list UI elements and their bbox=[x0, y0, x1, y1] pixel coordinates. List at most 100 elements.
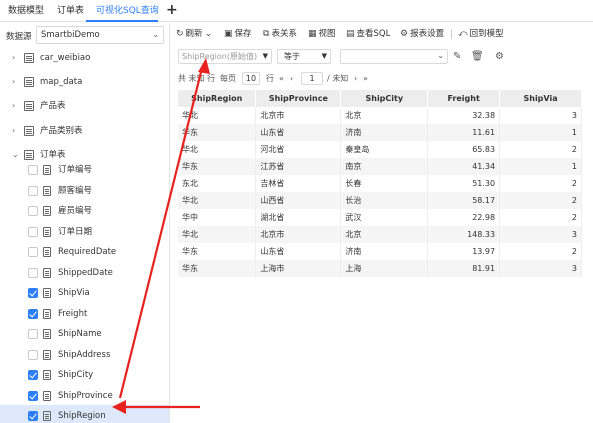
tree-field-item[interactable]: Freight bbox=[0, 303, 169, 325]
prev-page-icon[interactable]: ‹ bbox=[290, 71, 293, 87]
tab-visual-sql[interactable]: 可视化SQL查询 bbox=[96, 0, 159, 22]
back-to-model-button[interactable]: ⤺ 回到模型 bbox=[458, 27, 504, 41]
tab-bar: 数据模型 订单表 可视化SQL查询 + bbox=[0, 0, 593, 22]
table-cell: 河北省 bbox=[255, 141, 342, 158]
table-row[interactable]: 华东 山东省 济南 11.61 1 bbox=[178, 124, 582, 141]
tree-field-item[interactable]: RequiredDate bbox=[0, 241, 169, 263]
field-checkbox[interactable] bbox=[28, 411, 38, 421]
tab-data-model[interactable]: 数据模型 bbox=[8, 0, 44, 22]
field-icon bbox=[43, 329, 51, 339]
table-row[interactable]: 华东 上海市 上海 81.91 3 bbox=[178, 260, 582, 277]
tree-field-item[interactable]: 雇员编号 bbox=[0, 200, 169, 222]
field-checkbox[interactable] bbox=[28, 329, 38, 339]
field-checkbox[interactable] bbox=[28, 165, 38, 175]
tree-table-label: 产品类别表 bbox=[40, 125, 83, 136]
datasource-value: SmartbiDemo bbox=[41, 30, 100, 40]
tree-table-item[interactable]: › car_weibiao bbox=[0, 47, 169, 69]
tree-field-label: ShipVia bbox=[58, 288, 90, 298]
table-cell: 13.97 bbox=[427, 243, 501, 260]
field-checkbox[interactable] bbox=[28, 349, 38, 360]
column-header[interactable]: ShipVia bbox=[499, 90, 582, 107]
table-relations-button[interactable]: ⧉ 表关系 bbox=[263, 27, 297, 41]
first-page-icon[interactable]: « bbox=[279, 71, 284, 87]
table-cell: 65.83 bbox=[427, 141, 501, 158]
column-header[interactable]: ShipCity bbox=[340, 90, 429, 107]
tree-field-item[interactable]: ShipAddress bbox=[0, 344, 169, 366]
field-checkbox[interactable] bbox=[28, 206, 38, 216]
view-sql-button[interactable]: ▤ 查看SQL bbox=[346, 27, 390, 41]
chevron-right-icon[interactable]: › bbox=[12, 95, 15, 117]
field-checkbox[interactable] bbox=[28, 247, 38, 257]
table-row[interactable]: 华北 山西省 长治 58.17 2 bbox=[178, 192, 582, 209]
tree-field-item[interactable]: ShipRegion bbox=[0, 405, 169, 423]
column-header[interactable]: ShipRegion bbox=[178, 90, 257, 107]
tree-field-item[interactable]: 顾客编号 bbox=[0, 180, 169, 202]
table-cell: 山东省 bbox=[255, 243, 342, 260]
last-page-icon[interactable]: » bbox=[363, 71, 368, 87]
table-row[interactable]: 华中 湖北省 武汉 22.98 2 bbox=[178, 209, 582, 226]
tree-table-item[interactable]: › 产品表 bbox=[0, 95, 169, 117]
table-cell: 华北 bbox=[178, 226, 257, 243]
delete-icon[interactable]: 🗑 bbox=[471, 49, 484, 64]
table-row[interactable]: 华北 河北省 秦皇岛 65.83 2 bbox=[178, 141, 582, 158]
chevron-right-icon[interactable]: › bbox=[12, 47, 15, 69]
table-cell: 58.17 bbox=[427, 192, 501, 209]
tree-table-item[interactable]: › 产品类别表 bbox=[0, 120, 169, 142]
filter-operator-select[interactable]: 等于 ▼ bbox=[277, 49, 331, 64]
table-row[interactable]: 华东 江苏省 南京 41.34 1 bbox=[178, 158, 582, 175]
table-row[interactable]: 华北 北京市 北京 32.38 3 bbox=[178, 107, 582, 124]
per-page-input[interactable]: 10 bbox=[242, 72, 260, 85]
settings-icon[interactable]: ⚙ bbox=[495, 49, 504, 64]
view-button[interactable]: ▦ 视图 bbox=[308, 27, 336, 41]
chevron-right-icon[interactable]: › bbox=[12, 71, 15, 93]
tab-orders[interactable]: 订单表 bbox=[57, 0, 84, 22]
field-icon bbox=[43, 288, 51, 298]
table-header-row: ShipRegion ShipProvince ShipCity Freight Shi… bbox=[178, 90, 582, 107]
tree-field-item[interactable]: ShippedDate bbox=[0, 262, 169, 284]
field-checkbox[interactable] bbox=[28, 370, 38, 380]
plus-icon[interactable]: + bbox=[166, 1, 178, 19]
field-checkbox[interactable] bbox=[28, 288, 38, 298]
tree-field-label: 订单日期 bbox=[58, 226, 93, 237]
table-cell: 山东省 bbox=[255, 124, 342, 141]
datasource-select[interactable]: SmartbiDemo ⌄ bbox=[36, 26, 164, 44]
field-checkbox[interactable] bbox=[28, 267, 38, 278]
tree-field-label: Freight bbox=[58, 308, 88, 319]
result-table: ShipRegion ShipProvince ShipCity Freight Shi… bbox=[178, 90, 582, 277]
field-checkbox[interactable] bbox=[28, 185, 38, 196]
field-checkbox[interactable] bbox=[28, 226, 38, 237]
field-checkbox[interactable] bbox=[28, 308, 38, 319]
table-cell: 3 bbox=[499, 107, 582, 124]
table-row[interactable]: 华东 山东省 济南 13.97 2 bbox=[178, 243, 582, 260]
field-icon bbox=[43, 411, 51, 421]
table-row[interactable]: 华北 北京市 北京 148.33 3 bbox=[178, 226, 582, 243]
table-cell: 2 bbox=[499, 175, 582, 192]
table-cell: 吉林省 bbox=[255, 175, 342, 192]
save-button[interactable]: ▣ 保存 bbox=[224, 27, 252, 41]
chevron-right-icon[interactable]: › bbox=[12, 120, 15, 142]
tree-field-item[interactable]: ShipVia bbox=[0, 282, 169, 304]
table-row[interactable]: 东北 吉林省 长春 51.30 2 bbox=[178, 175, 582, 192]
next-page-icon[interactable]: › bbox=[354, 71, 357, 87]
save-icon: ▣ bbox=[224, 29, 233, 39]
filter-field-select[interactable]: ShipRegion(原始值) ▼ bbox=[178, 49, 272, 64]
tree-field-item[interactable]: ShipCity bbox=[0, 364, 169, 386]
page-input[interactable]: 1 bbox=[301, 72, 323, 85]
tree-field-item[interactable]: 订单日期 bbox=[0, 221, 169, 243]
table-cell: 148.33 bbox=[427, 226, 501, 243]
field-checkbox[interactable] bbox=[28, 390, 38, 401]
column-header[interactable]: Freight bbox=[427, 90, 501, 107]
field-icon bbox=[43, 247, 51, 257]
tree-field-item[interactable]: 订单编号 bbox=[0, 159, 169, 181]
tree-table-item[interactable]: › map_data bbox=[0, 71, 169, 93]
tree-field-item[interactable]: ShipProvince bbox=[0, 385, 169, 407]
report-settings-button[interactable]: ⚙ 报表设置 bbox=[400, 27, 444, 41]
refresh-button[interactable]: ↻ 刷新 ⌄ bbox=[176, 27, 214, 41]
column-header[interactable]: ShipProvince bbox=[255, 90, 342, 107]
table-cell: 华中 bbox=[178, 209, 257, 226]
filter-value-select[interactable]: ⌄ bbox=[340, 49, 448, 64]
table-cell: 华东 bbox=[178, 260, 257, 277]
field-icon bbox=[43, 185, 51, 196]
edit-icon[interactable]: ✎ bbox=[453, 49, 461, 64]
tree-field-item[interactable]: ShipName bbox=[0, 323, 169, 345]
